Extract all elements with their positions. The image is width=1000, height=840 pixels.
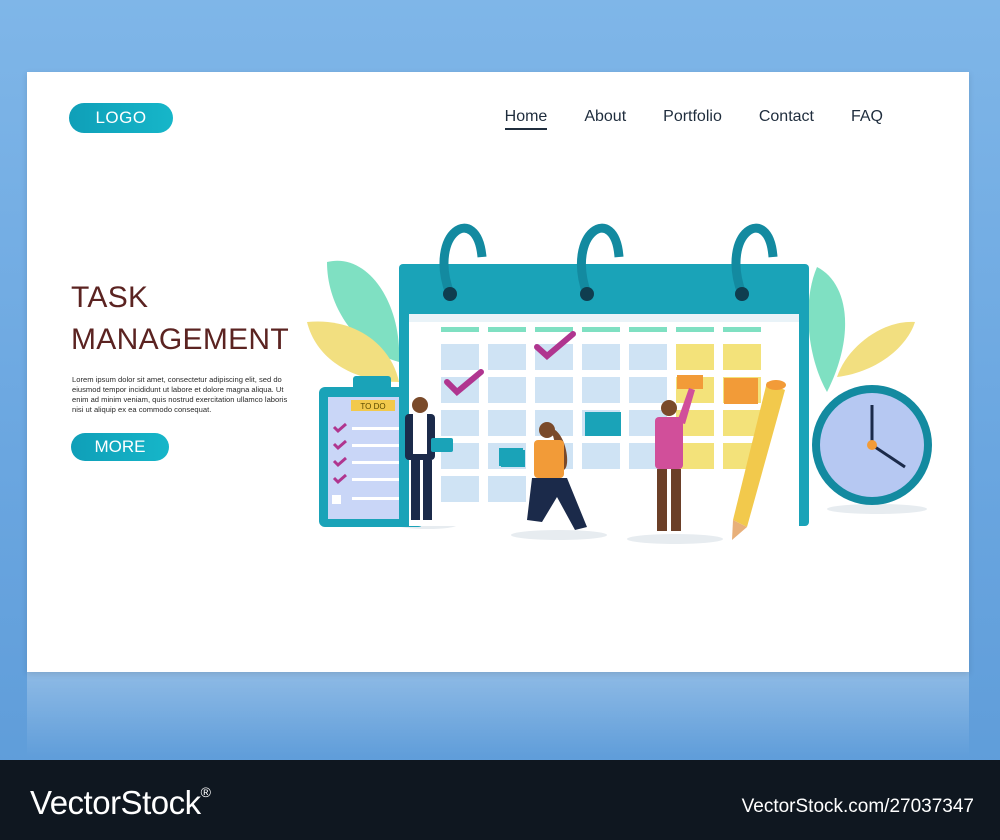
page-reflection <box>27 672 969 757</box>
task-management-illustration: TO DO <box>307 223 932 544</box>
watermark-reg-mark: ® <box>200 784 211 800</box>
leaf-left-icon <box>307 260 400 382</box>
leaf-right-icon <box>808 267 915 392</box>
clock-icon <box>812 385 932 505</box>
watermark-site-id: VectorStock.com/27037347 <box>741 796 974 817</box>
watermark-brand: VectorStock® <box>30 784 211 821</box>
landing-page: LOGO Home About Portfolio Contact FAQ TA… <box>27 72 969 672</box>
clipboard-label: TO DO <box>360 402 385 411</box>
